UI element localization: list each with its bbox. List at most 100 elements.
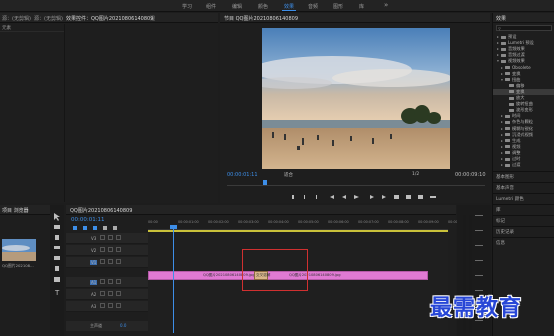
effect-icon [509, 90, 514, 94]
tools-panel: T [50, 205, 64, 336]
add-marker-icon [93, 226, 97, 230]
program-playhead-marker[interactable] [263, 180, 267, 185]
tab-project[interactable]: 项目 浏览器 [2, 207, 29, 214]
mute-icon[interactable] [116, 291, 121, 296]
workspace-assembly[interactable]: 组件 [206, 3, 216, 10]
lock-icon[interactable] [100, 303, 105, 308]
workspace-color[interactable]: 颜色 [258, 3, 268, 10]
lock-icon[interactable] [100, 235, 105, 240]
project-clip-name: QQ图片202108... [2, 263, 34, 268]
snap-icon [73, 226, 77, 230]
effects-tree-item[interactable]: ▾ 视频效果 [493, 58, 554, 64]
master-track[interactable]: 主声道 0.0 [66, 321, 148, 331]
effects-search-input[interactable]: ⚲ [496, 25, 552, 31]
eye-icon[interactable] [116, 259, 121, 264]
panel-divider [64, 24, 65, 202]
effects-tree-item[interactable]: ▸ 生成 [493, 138, 554, 144]
track-headers: V3 V2 V1 A1 A2 A3 主声道 0.0 [66, 233, 148, 333]
effects-tree-item[interactable]: 波形变形 [493, 107, 554, 113]
section-header[interactable]: 库 [493, 204, 554, 214]
effects-tree-item[interactable]: 变换 [493, 88, 554, 95]
effects-panel-title[interactable]: 效果 [496, 15, 506, 22]
section-header[interactable]: 信息 [493, 237, 554, 247]
track-label[interactable]: A1 [90, 280, 98, 285]
workspace-audio[interactable]: 音频 [308, 3, 318, 10]
effects-tree-item[interactable]: ▸ Obsolete [493, 65, 554, 70]
section-header[interactable]: 基本图形 [493, 171, 554, 181]
lock-icon[interactable] [100, 247, 105, 252]
program-playhead-timecode[interactable]: 00:00:01:11 [227, 172, 258, 178]
track-header[interactable]: A1 [66, 277, 148, 288]
workspace-effects[interactable]: 效果 [281, 3, 297, 11]
tab-source-secondary[interactable]: 源：(无剪辑) [34, 15, 63, 22]
track-header[interactable]: V1 [66, 257, 148, 268]
lock-icon[interactable] [100, 259, 105, 264]
effects-tree-item[interactable]: ▸ 过时 [493, 156, 554, 162]
tab-effect-controls[interactable]: 效果控件：QQ图片20210806140809 [66, 15, 153, 22]
tab-sequence[interactable]: QQ图片20210806140809 [70, 207, 132, 214]
mute-icon[interactable] [116, 279, 121, 284]
workspace-graphics[interactable]: 图形 [333, 3, 343, 10]
tab-audio-mixer[interactable]: 混 [150, 15, 155, 22]
folder-icon [501, 35, 506, 39]
effects-tree-item[interactable]: ▸ 模糊与锐化 [493, 126, 554, 132]
lock-icon[interactable] [100, 291, 105, 296]
sync-icon[interactable] [108, 259, 113, 264]
lock-icon[interactable] [100, 279, 105, 284]
ripple-edit-tool-icon [55, 235, 59, 240]
project-clip-thumbnail[interactable] [2, 239, 36, 261]
effect-icon [509, 102, 514, 106]
eye-icon[interactable] [116, 235, 121, 240]
section-header[interactable]: 标记 [493, 215, 554, 225]
playhead-handle[interactable] [170, 225, 177, 229]
track-header[interactable]: V3 [66, 233, 148, 244]
track-label[interactable]: V2 [90, 248, 97, 253]
effects-tree-item[interactable]: ▸ 过渡 [493, 162, 554, 168]
effects-tree-item[interactable]: ▸ 视频 [493, 144, 554, 150]
section-header[interactable]: 基本声音 [493, 182, 554, 192]
effects-tree-item[interactable]: ▾ 扭曲 [493, 77, 554, 83]
more-workspaces-icon[interactable]: » [384, 1, 388, 9]
track-label[interactable]: A2 [90, 292, 97, 297]
effects-tree-label: 音频效果 [508, 46, 525, 52]
timeline-ruler[interactable]: 00:00 00:00:01:00 00:00:02:00 00:00:03:00 00… [148, 218, 469, 230]
track-label[interactable]: V3 [90, 236, 97, 241]
track-label[interactable]: A3 [90, 304, 97, 309]
mute-icon[interactable] [116, 303, 121, 308]
effects-tree-item[interactable]: ▸ 变换 [493, 71, 554, 77]
eye-icon[interactable] [116, 247, 121, 252]
effects-tree-label: 视频效果 [508, 58, 525, 64]
effects-tree-item[interactable]: ▸ 杂色与颗粒 [493, 119, 554, 125]
master-volume-value[interactable]: 0.0 [120, 323, 126, 328]
resolution-dropdown[interactable]: 1/2 [412, 172, 419, 177]
folder-icon [505, 72, 510, 76]
effects-tree-item[interactable]: 偏移 [493, 83, 554, 89]
workspace-libraries[interactable]: 库 [359, 3, 364, 10]
sync-icon[interactable] [108, 235, 113, 240]
folder-icon [505, 157, 510, 161]
type-tool-icon: T [54, 289, 60, 297]
workspace-editing[interactable]: 编辑 [232, 3, 242, 10]
sync-icon[interactable] [108, 291, 113, 296]
track-header[interactable]: A3 [66, 301, 148, 312]
effects-tree-item[interactable]: ▸ 沉浸式视频 [493, 132, 554, 138]
sync-icon[interactable] [108, 279, 113, 284]
section-header[interactable]: Lumetri 颜色 [493, 193, 554, 203]
sync-icon[interactable] [108, 303, 113, 308]
work-area-bar[interactable] [148, 230, 448, 232]
section-header[interactable]: 历史记录 [493, 226, 554, 236]
fit-dropdown[interactable]: 适合 [284, 172, 293, 178]
workspace-learn[interactable]: 学习 [182, 3, 192, 10]
track-label[interactable]: V1 [90, 260, 98, 265]
effects-tree-item[interactable]: ▸ 调整 [493, 150, 554, 156]
element-label: 元素 [2, 26, 11, 31]
track-header[interactable]: A2 [66, 289, 148, 300]
program-monitor-title[interactable]: 节目 QQ图片20210806140809 [224, 15, 298, 22]
timeline-timecode[interactable]: 00:00:01:11 [71, 217, 105, 223]
ruler-tick-label: 00:00:05:00 [298, 220, 319, 224]
track-header[interactable]: V2 [66, 245, 148, 256]
tab-source[interactable]: 源：(无剪辑) [2, 15, 31, 22]
folder-icon [505, 66, 510, 69]
sync-icon[interactable] [108, 247, 113, 252]
timeline-playhead[interactable] [173, 227, 174, 333]
